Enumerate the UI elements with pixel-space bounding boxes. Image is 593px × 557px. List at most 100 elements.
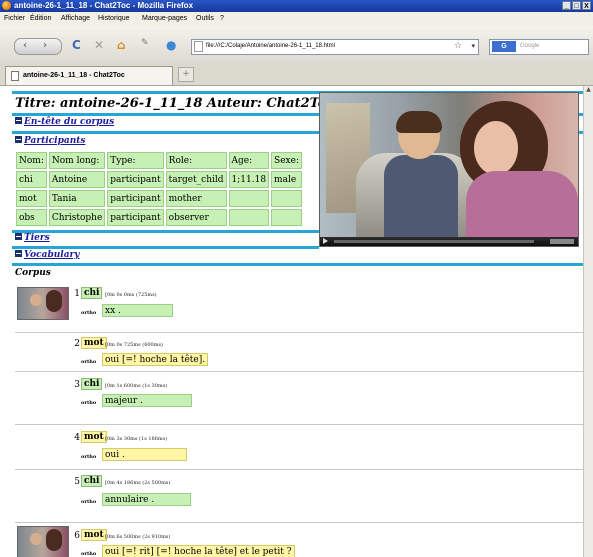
page-title: Titre: antoine-26-1_11_18 Auteur: Chat2T…	[15, 96, 335, 111]
table-cell	[271, 190, 302, 207]
tier-value[interactable]: xx .	[102, 304, 173, 317]
speaker-badge[interactable]: chi	[81, 475, 103, 487]
table-cell: participant	[107, 171, 164, 188]
table-cell: Tania	[48, 190, 106, 207]
tier-value[interactable]: annulaire .	[102, 493, 191, 506]
maximize-button[interactable]: □	[572, 1, 581, 10]
divider	[12, 246, 319, 249]
window-titlebar: antoine-26-1_11_18 - Chat2Toc - Mozilla …	[0, 0, 593, 12]
reload-icon[interactable]: C	[72, 38, 81, 52]
scroll-up-icon[interactable]: ▲	[584, 86, 593, 95]
expand-icon[interactable]	[15, 117, 22, 124]
divider	[12, 230, 319, 233]
speaker-badge[interactable]: mot	[81, 431, 107, 443]
table-cell: observer	[165, 209, 227, 226]
utterance-number: 1	[74, 289, 80, 299]
table-cell: 1;11.18	[228, 171, 270, 188]
speaker-badge[interactable]: chi	[81, 378, 103, 390]
tier-label: ortho	[81, 400, 97, 406]
tier-value[interactable]: oui [=! rit] [=! hoche la tête] et le pe…	[102, 545, 295, 557]
close-button[interactable]: X	[582, 1, 591, 10]
video-controls[interactable]	[320, 237, 578, 246]
tab-active[interactable]: antoine-26-1_11_18 - Chat2Toc	[5, 66, 173, 85]
tier-label: ortho	[81, 499, 97, 505]
expand-icon[interactable]	[15, 136, 22, 143]
back-forward-group[interactable]: ‹ ›	[14, 38, 62, 55]
table-header-cell: Role:	[165, 152, 227, 169]
menu-marque-pages[interactable]: Marque-pages	[142, 15, 187, 22]
menu-help[interactable]: ?	[220, 15, 224, 22]
video-player[interactable]	[319, 92, 579, 247]
table-cell: Christophe	[48, 209, 106, 226]
section-tiers-link[interactable]: Tiers	[15, 233, 50, 243]
vertical-scrollbar[interactable]: ▲	[583, 86, 593, 557]
tier-label: ortho	[81, 454, 97, 460]
menu-historique[interactable]: Historique	[98, 15, 130, 22]
section-vocabulary-link[interactable]: Vocabulary	[15, 250, 80, 260]
table-header-cell: Age:	[228, 152, 270, 169]
page-viewport: Titre: antoine-26-1_11_18 Auteur: Chat2T…	[0, 86, 583, 557]
table-header-cell: Nom long:	[48, 152, 106, 169]
table-cell: mother	[165, 190, 227, 207]
menu-fichier[interactable]: Fichier	[4, 15, 25, 22]
utterance-time: [0m 0s 725ms (600ms)	[105, 342, 163, 348]
table-row: mot Tania participant mother	[16, 190, 302, 207]
table-cell: obs	[16, 209, 47, 226]
utterance-number: 4	[74, 433, 80, 443]
sync-icon[interactable]: ●	[166, 38, 176, 52]
utterance-row: 5 chi [0m 4s 186ms (2s 500ms) ortho annu…	[0, 469, 583, 523]
volume-slider[interactable]	[550, 239, 574, 244]
utterance-row: 3 chi [0m 1s 600ms (1s 30ms) ortho majeu…	[0, 371, 583, 425]
utterance-time: [0m 1s 600ms (1s 30ms)	[105, 383, 168, 389]
menu-outils[interactable]: Outils	[196, 15, 214, 22]
table-cell	[228, 209, 270, 226]
search-input[interactable]: G Google	[489, 39, 589, 55]
new-tab-button[interactable]: +	[178, 67, 194, 82]
utterance-number: 2	[74, 339, 80, 349]
participants-table: Nom: Nom long: Type: Role: Age: Sexe: ch…	[14, 150, 304, 228]
tier-value[interactable]: oui [=! hoche la tête].	[102, 353, 209, 366]
speaker-badge[interactable]: mot	[81, 337, 107, 349]
divider	[15, 469, 583, 470]
tier-value[interactable]: majeur .	[102, 394, 192, 407]
utterance-time: [0m 6s 500ms (2s 910ms)	[105, 534, 171, 540]
back-arrow-icon[interactable]: ‹	[23, 40, 27, 51]
home-icon[interactable]: ⌂	[117, 38, 126, 52]
tier-value[interactable]: oui .	[102, 448, 187, 461]
expand-icon[interactable]	[15, 233, 22, 240]
section-header-link[interactable]: En-tête du corpus	[15, 117, 114, 127]
star-icon[interactable]: ☆	[454, 41, 462, 51]
corpus-heading: Corpus	[15, 268, 51, 278]
search-engine-icon[interactable]: G	[492, 41, 516, 52]
bookmark-icon[interactable]: ✎	[141, 38, 149, 48]
tier-label: ortho	[81, 551, 97, 557]
speaker-badge[interactable]: mot	[81, 529, 107, 541]
table-cell: mot	[16, 190, 47, 207]
chevron-down-icon[interactable]: ▾	[471, 42, 475, 50]
table-cell: target_child	[165, 171, 227, 188]
page-icon	[11, 71, 19, 81]
url-text: file:///C:/Colaje/Antoine/antoine-26-1_1…	[206, 43, 335, 49]
video-frame	[320, 93, 578, 237]
expand-icon[interactable]	[15, 250, 22, 257]
speaker-badge[interactable]: chi	[81, 287, 103, 299]
minimize-button[interactable]: _	[562, 1, 571, 10]
menu-affichage[interactable]: Affichage	[61, 15, 90, 22]
video-thumbnail[interactable]	[17, 287, 69, 320]
table-cell	[271, 209, 302, 226]
divider	[15, 332, 583, 333]
navigation-toolbar: ‹ › C ✕ ⌂ ✎ ● file:///C:/Colaje/Antoine/…	[0, 25, 593, 64]
section-participants-link[interactable]: Participants	[15, 136, 85, 146]
divider	[15, 371, 583, 372]
table-header-cell: Nom:	[16, 152, 47, 169]
forward-arrow-icon[interactable]: ›	[43, 40, 47, 51]
table-cell: participant	[107, 190, 164, 207]
stop-icon[interactable]: ✕	[94, 38, 104, 52]
address-bar[interactable]: file:///C:/Colaje/Antoine/antoine-26-1_1…	[191, 39, 479, 55]
menu-edition[interactable]: Édition	[30, 15, 51, 22]
table-cell: participant	[107, 209, 164, 226]
table-cell: male	[271, 171, 302, 188]
video-progress-track[interactable]	[334, 240, 534, 243]
video-thumbnail[interactable]	[17, 526, 69, 557]
play-icon[interactable]	[323, 238, 328, 244]
